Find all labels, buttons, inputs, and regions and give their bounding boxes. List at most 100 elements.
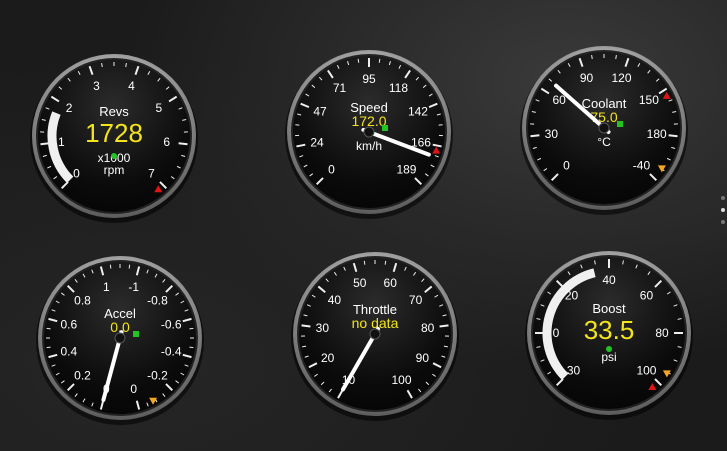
- green-dot-icon: [606, 346, 612, 352]
- minor-tick: [591, 54, 593, 60]
- tick-label: 120: [611, 71, 631, 85]
- major-tick: [40, 142, 50, 146]
- coolant-gauge[interactable]: 0306090 120150180-40Coolant75.0°C: [520, 46, 688, 215]
- page-dot[interactable]: [721, 220, 725, 224]
- page-dot-active[interactable]: [721, 208, 725, 212]
- tick-label: 20: [565, 289, 579, 303]
- tick-label: 7: [148, 166, 155, 180]
- revs-gauge[interactable]: 01234567Revs1728x1000rpm: [30, 54, 198, 223]
- tick-label: 0: [130, 382, 137, 396]
- tick-label: 150: [639, 93, 659, 107]
- tick-label: 71: [333, 81, 347, 95]
- minor-tick: [189, 327, 194, 330]
- tick-label: 0.2: [74, 368, 91, 382]
- tick-label: 95: [362, 72, 376, 86]
- minor-tick: [378, 58, 381, 63]
- tick-label: 60: [640, 289, 654, 303]
- tick-label: 0: [73, 166, 80, 180]
- minor-tick: [46, 346, 51, 349]
- minor-tick: [125, 62, 127, 68]
- minor-tick: [46, 327, 51, 330]
- boost-gauge[interactable]: -30 0 20 40 60 80 100 Boost33.5 psi: [525, 251, 693, 420]
- green-square-icon: [382, 125, 388, 131]
- tick-label: 40: [602, 273, 616, 287]
- tick-label: 24: [310, 135, 324, 149]
- tick-label: 47: [313, 105, 327, 119]
- tick-label: 189: [396, 162, 416, 176]
- minor-tick: [615, 54, 617, 60]
- minor-tick: [302, 345, 307, 348]
- dashboard-canvas: 01234567Revs1728x1000rpm0244771951181421…: [30, 46, 693, 425]
- major-tick: [178, 142, 188, 146]
- gauge-unit: rpm: [104, 163, 125, 177]
- minor-tick: [128, 264, 131, 269]
- green-dot-icon: [111, 153, 117, 159]
- needle-hub: [369, 328, 381, 340]
- minor-tick: [443, 345, 448, 348]
- page-indicator[interactable]: [721, 196, 725, 232]
- tick-label: 100: [636, 363, 656, 377]
- tick-label: 1: [58, 135, 65, 149]
- major-tick: [668, 134, 678, 138]
- green-square-icon: [133, 331, 139, 337]
- needle-hub: [363, 126, 375, 138]
- tick-label: 30: [316, 321, 330, 335]
- speed-gauge[interactable]: 024477195118142166189Speed172.0km/h: [285, 50, 453, 219]
- tick-label: 80: [421, 321, 435, 335]
- gauge-unit: °C: [597, 135, 611, 149]
- tick-label: -0.2: [147, 368, 168, 382]
- gauge-title: Revs: [99, 104, 129, 119]
- tick-label: -0.8: [147, 294, 168, 308]
- minor-tick: [357, 58, 360, 63]
- gauge-value: 1728: [85, 118, 143, 148]
- tick-label: 0.6: [60, 317, 77, 331]
- minor-tick: [363, 260, 366, 265]
- tick-label: -30: [563, 363, 581, 377]
- tick-label: -40: [633, 158, 651, 172]
- tick-label: 180: [647, 127, 667, 141]
- green-square-icon: [617, 121, 623, 127]
- tick-label: 30: [545, 127, 559, 141]
- gauge-unit: psi: [601, 350, 616, 364]
- throttle-gauge[interactable]: 102030405060708090100Throttleno data: [291, 252, 459, 421]
- tick-label: -0.4: [161, 345, 182, 359]
- major-tick: [301, 324, 311, 328]
- tick-label: 80: [655, 326, 669, 340]
- tick-label: 100: [391, 373, 411, 387]
- minor-tick: [384, 260, 387, 265]
- tick-label: 40: [328, 293, 342, 307]
- tick-label: 90: [580, 71, 594, 85]
- tick-label: 70: [409, 293, 423, 307]
- tick-label: 50: [353, 276, 367, 290]
- tick-label: 3: [93, 79, 100, 93]
- tick-label: 5: [156, 101, 163, 115]
- tick-label: 118: [389, 81, 408, 95]
- minor-tick: [189, 346, 194, 349]
- tick-label: 0.4: [60, 345, 77, 359]
- tick-label: 90: [416, 351, 430, 365]
- major-tick: [439, 324, 449, 328]
- tick-label: 0: [553, 326, 560, 340]
- tick-label: 2: [66, 101, 73, 115]
- tick-label: 142: [408, 105, 428, 119]
- needle-hub: [114, 332, 126, 344]
- tick-label: 1: [103, 280, 110, 294]
- tick-label: 4: [128, 79, 135, 93]
- minor-tick: [109, 264, 112, 269]
- page-dot[interactable]: [721, 196, 725, 200]
- needle-hub: [598, 122, 610, 134]
- tick-label: 20: [321, 351, 335, 365]
- gauge-value: 33.5: [584, 315, 635, 345]
- tick-label: 0: [328, 162, 335, 176]
- tick-label: 60: [384, 276, 398, 290]
- tick-label: -1: [128, 280, 139, 294]
- tick-label: 6: [163, 135, 170, 149]
- minor-tick: [101, 62, 103, 68]
- tick-label: -0.6: [161, 317, 182, 331]
- major-tick: [530, 134, 540, 138]
- gauge-title: Boost: [592, 301, 626, 316]
- tick-label: 0: [563, 158, 570, 172]
- gauge-unit: km/h: [356, 139, 382, 153]
- accel-gauge[interactable]: 00.20.40.60.81-1-0.8-0.6-0.4-0.20Accel0.…: [36, 256, 204, 425]
- tick-label: 0.8: [74, 294, 91, 308]
